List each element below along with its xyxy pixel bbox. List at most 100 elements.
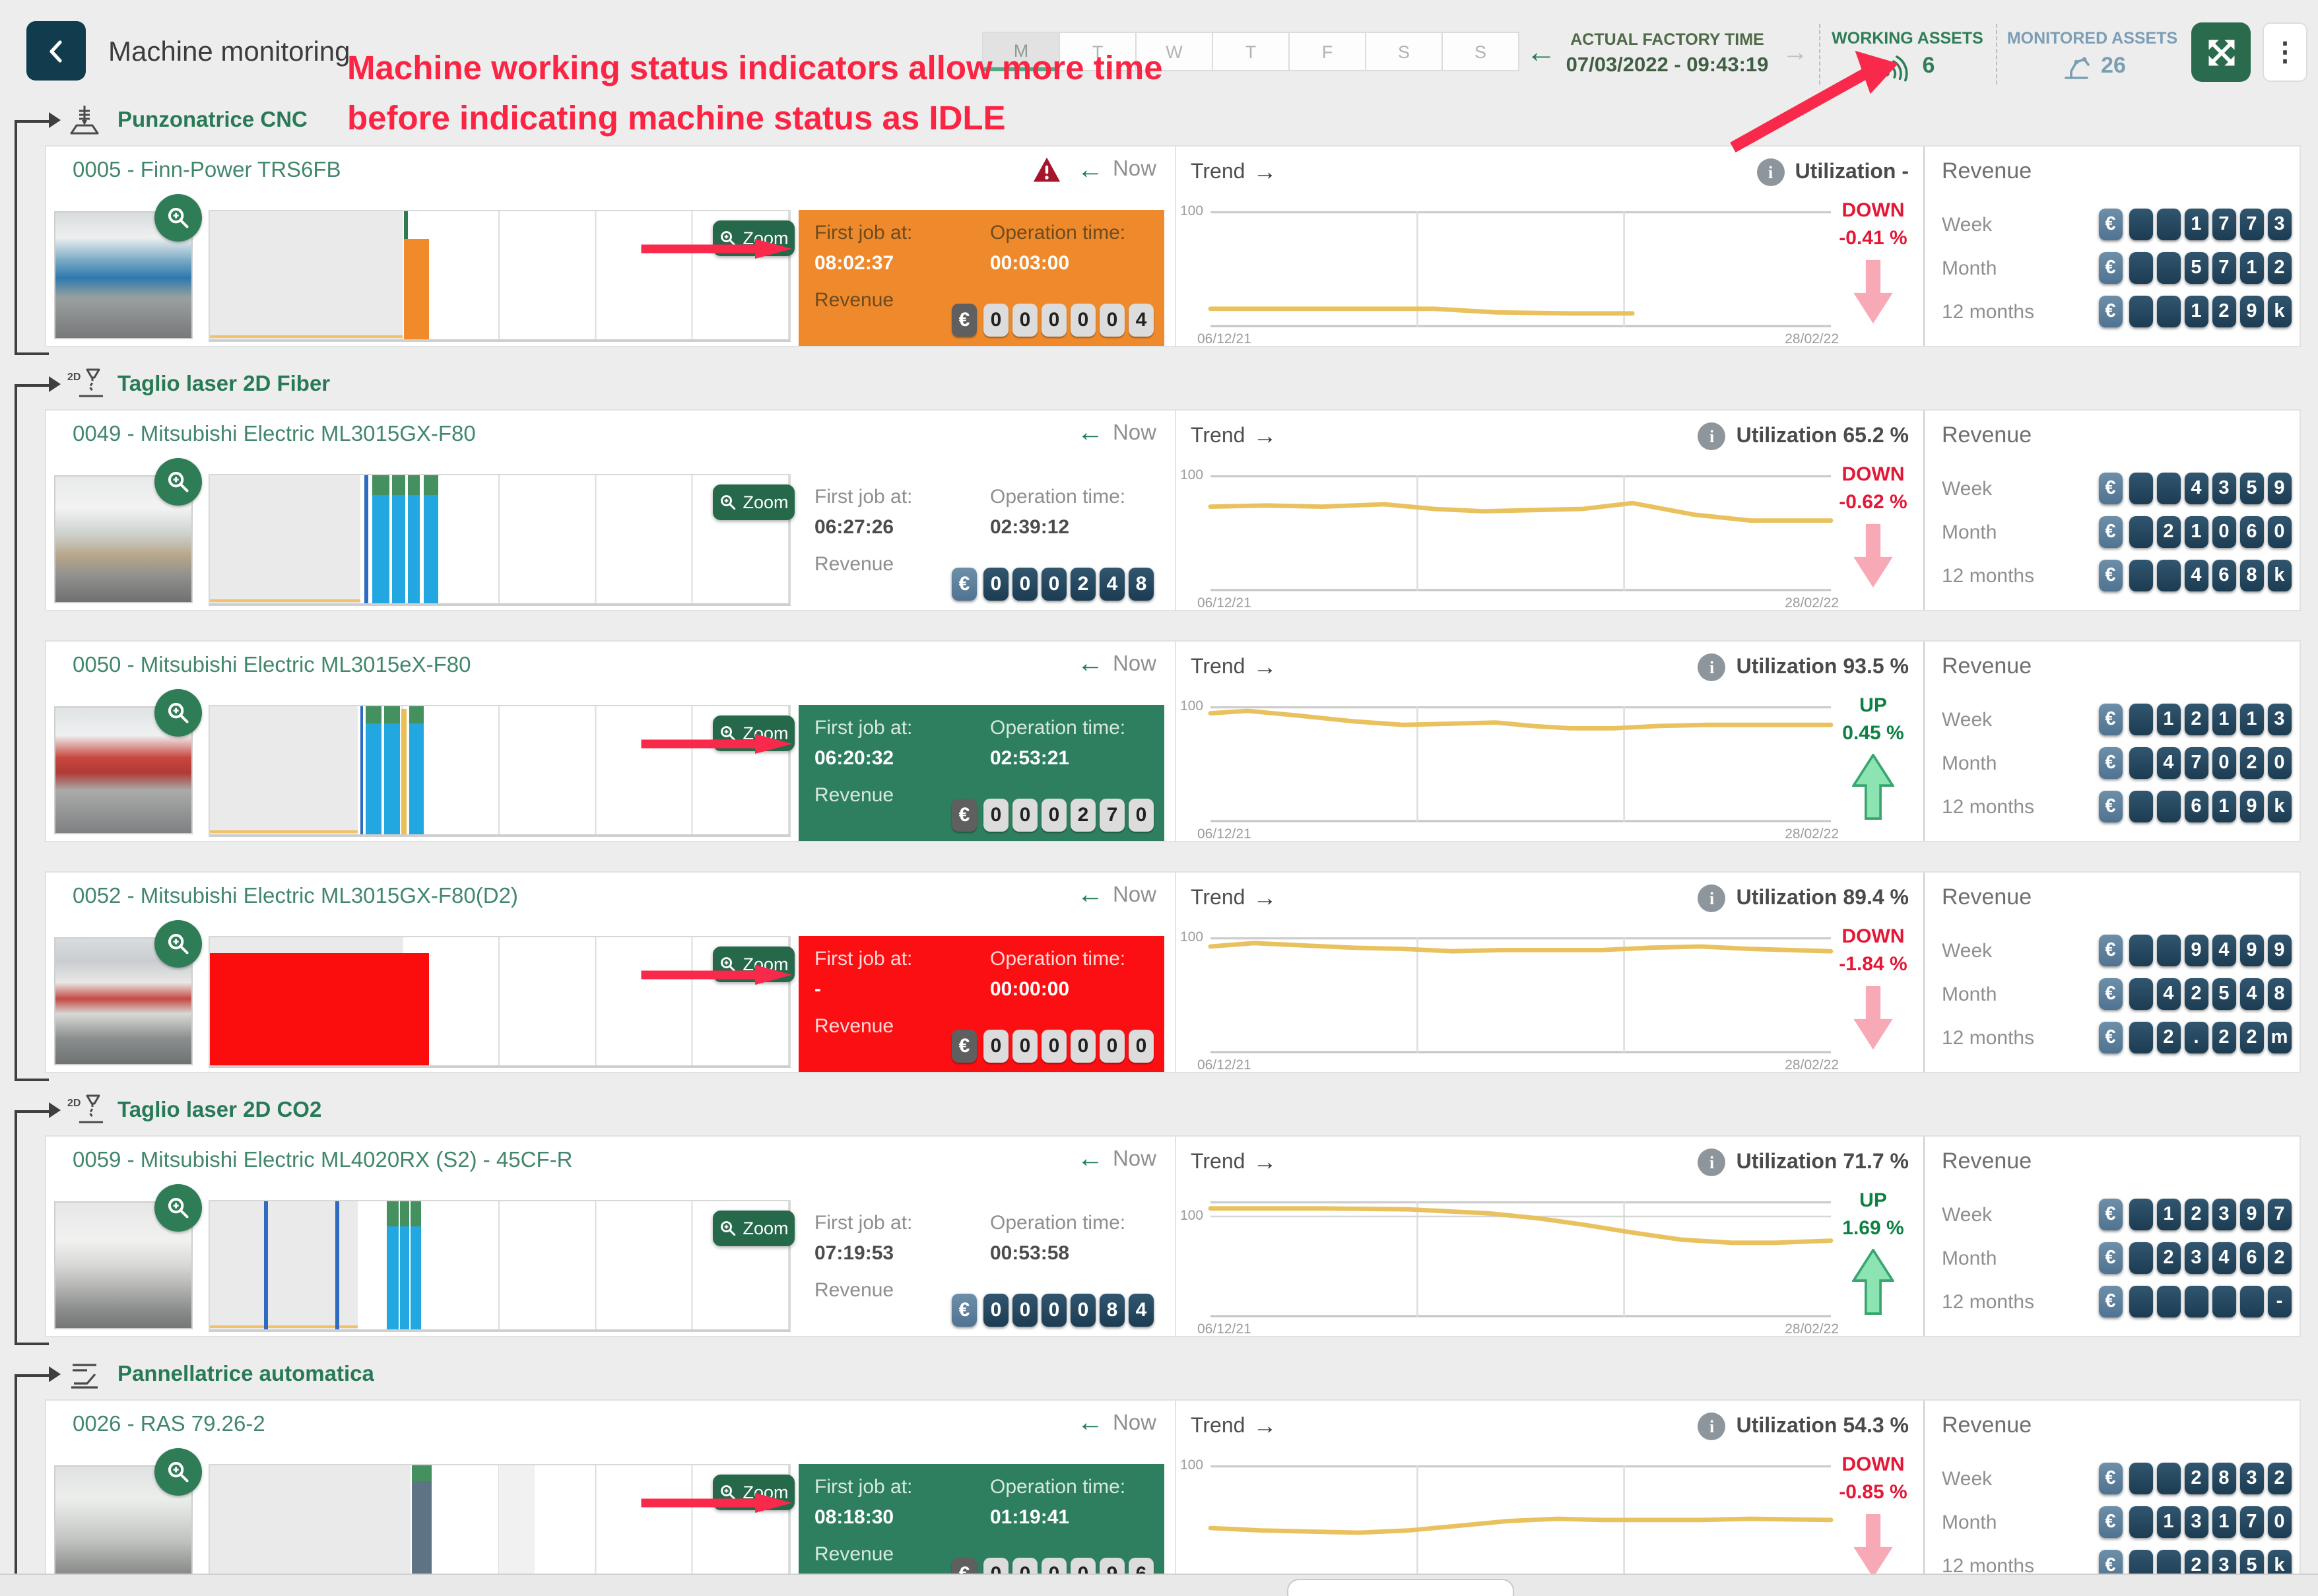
machine-timeline[interactable] xyxy=(209,936,791,1068)
trend-header[interactable]: Trend → xyxy=(1191,422,1276,450)
revenue-week-row: Week €9499 xyxy=(1942,935,2292,966)
machine-timeline[interactable] xyxy=(209,1200,791,1332)
magnifier-badge-icon[interactable] xyxy=(154,458,202,506)
trend-chart[interactable]: 100 06/12/21 28/02/22 xyxy=(1210,937,1831,1053)
magnifier-icon xyxy=(719,494,737,511)
machine-timeline[interactable] xyxy=(209,705,791,837)
digit-cell xyxy=(2129,560,2153,591)
section-title: Taglio laser 2D CO2 xyxy=(117,1098,321,1123)
section-bracket xyxy=(15,120,49,355)
info-icon[interactable]: i xyxy=(1698,422,1726,450)
now-indicator: ← Now xyxy=(1077,1146,1156,1172)
info-icon[interactable]: i xyxy=(1698,1148,1726,1176)
digit-cell: k xyxy=(2267,791,2292,822)
machine-timeline[interactable] xyxy=(209,210,791,342)
trend-panel: Trend → i Utilization 71.7 % 100 06/12/2… xyxy=(1175,1137,2300,1336)
machine-name[interactable]: 0026 - RAS 79.26-2 xyxy=(73,1413,265,1438)
magnifier-badge-icon[interactable] xyxy=(154,1184,202,1232)
digit-cell: 2 xyxy=(2267,1463,2292,1494)
machine-name[interactable]: 0052 - Mitsubishi Electric ML3015GX-F80(… xyxy=(73,884,518,910)
now-arrow-icon: ← xyxy=(1077,882,1104,908)
machine-name[interactable]: 0059 - Mitsubishi Electric ML4020RX (S2)… xyxy=(73,1148,572,1174)
machine-timeline[interactable] xyxy=(209,474,791,606)
trend-header[interactable]: Trend → xyxy=(1191,158,1276,186)
currency-cell: € xyxy=(2098,1286,2123,1317)
digit-cell: 1 xyxy=(2184,296,2208,327)
delta-direction: UP xyxy=(1832,1189,1914,1212)
timeline-segment xyxy=(360,706,363,834)
digit-cell: 0 xyxy=(1042,1294,1067,1327)
trend-chart[interactable]: 100 06/12/21 28/02/22 xyxy=(1210,1465,1831,1581)
revenue-month-label: Month xyxy=(1942,983,2098,1005)
magnifier-badge-icon[interactable] xyxy=(154,1448,202,1496)
info-icon[interactable]: i xyxy=(1698,1413,1726,1440)
digit-cell: 0 xyxy=(983,304,1009,337)
trend-header[interactable]: Trend → xyxy=(1191,1148,1276,1176)
machine-photo[interactable] xyxy=(54,937,193,1065)
machine-name[interactable]: 0049 - Mitsubishi Electric ML3015GX-F80 xyxy=(73,422,476,448)
digit-cell: 2 xyxy=(2212,1022,2236,1053)
utilization-value: Utilization 65.2 % xyxy=(1737,424,1909,448)
section-bracket xyxy=(15,1374,49,1596)
timeline-segment xyxy=(398,1201,401,1329)
y-axis-label: 100 xyxy=(1180,1457,1203,1473)
revenue-label: Revenue xyxy=(814,553,894,576)
magnifier-badge-icon[interactable] xyxy=(154,689,202,737)
digit-cell xyxy=(2129,1463,2153,1494)
machine-photo[interactable] xyxy=(54,706,193,834)
revenue-week-odometer: €2832 xyxy=(2098,1463,2292,1494)
info-icon[interactable]: i xyxy=(1698,653,1726,681)
revenue-week-odometer: €12113 xyxy=(2098,704,2292,735)
machine-photo[interactable] xyxy=(54,1201,193,1329)
now-indicator: ← Now xyxy=(1077,882,1156,908)
revenue-12months-label: 12 months xyxy=(1942,795,2098,818)
trend-header[interactable]: Trend → xyxy=(1191,1413,1276,1440)
digit-cell: 0 xyxy=(1012,799,1038,832)
digit-cell: 0 xyxy=(1042,799,1067,832)
info-icon[interactable]: i xyxy=(1757,158,1785,186)
revenue-week-row: Week €12113 xyxy=(1942,704,2292,735)
timeline-segment xyxy=(409,723,424,834)
x-axis-end-label: 28/02/22 xyxy=(1785,826,1839,842)
horizontal-scrollbar[interactable] xyxy=(1287,1579,1514,1596)
machine-photo[interactable] xyxy=(54,211,193,339)
revenue-month-row: Month €21060 xyxy=(1942,516,2292,548)
magnifier-badge-icon[interactable] xyxy=(154,194,202,242)
trend-header[interactable]: Trend → xyxy=(1191,653,1276,681)
divider xyxy=(1923,411,1925,610)
trend-chart[interactable]: 100 06/12/21 28/02/22 xyxy=(1210,706,1831,822)
trend-chart[interactable]: 100 06/12/21 28/02/22 xyxy=(1210,475,1831,591)
machine-name[interactable]: 0005 - Finn-Power TRS6FB xyxy=(73,158,341,183)
info-icon[interactable]: i xyxy=(1698,884,1726,912)
utilization-value: Utilization 71.7 % xyxy=(1737,1150,1909,1174)
first-job-value: 06:27:26 xyxy=(814,516,912,539)
trend-chart[interactable]: 100 06/12/21 28/02/22 xyxy=(1210,211,1831,327)
laser-2d-icon: 2D xyxy=(66,367,106,401)
trend-panel: Trend → i Utilization 54.3 % 100 06/12/2… xyxy=(1175,1401,2300,1596)
trend-chart[interactable]: 100 06/12/21 28/02/22 xyxy=(1210,1201,1831,1317)
zoom-button[interactable]: Zoom xyxy=(713,484,795,520)
trend-header[interactable]: Trend → xyxy=(1191,884,1276,912)
machine-photo[interactable] xyxy=(54,475,193,603)
currency-cell: € xyxy=(2098,516,2123,548)
digit-cell: 9 xyxy=(2239,935,2264,966)
digit-cell xyxy=(2129,704,2153,735)
now-arrow-icon: ← xyxy=(1077,1146,1104,1172)
digit-cell: k xyxy=(2267,296,2292,327)
digit-cell: 4 xyxy=(1129,304,1154,337)
trend-label: Trend xyxy=(1191,1414,1245,1438)
down-arrow-icon xyxy=(1852,259,1894,325)
divider xyxy=(1923,642,1925,841)
operation-time-value: 00:03:00 xyxy=(990,252,1125,275)
digit-cell xyxy=(2129,1199,2153,1230)
timeline-segment xyxy=(387,1227,421,1329)
revenue-title: Revenue xyxy=(1942,653,2032,680)
trend-arrow-icon: → xyxy=(1253,1413,1276,1440)
operation-time-label: Operation time: xyxy=(990,222,1125,244)
currency-cell: € xyxy=(2098,791,2123,822)
zoom-button[interactable]: Zoom xyxy=(713,1211,795,1246)
machine-name[interactable]: 0050 - Mitsubishi Electric ML3015eX-F80 xyxy=(73,653,471,679)
digit-cell: 4 xyxy=(2184,473,2208,504)
magnifier-badge-icon[interactable] xyxy=(154,920,202,968)
now-arrow-icon: ← xyxy=(1077,156,1104,183)
